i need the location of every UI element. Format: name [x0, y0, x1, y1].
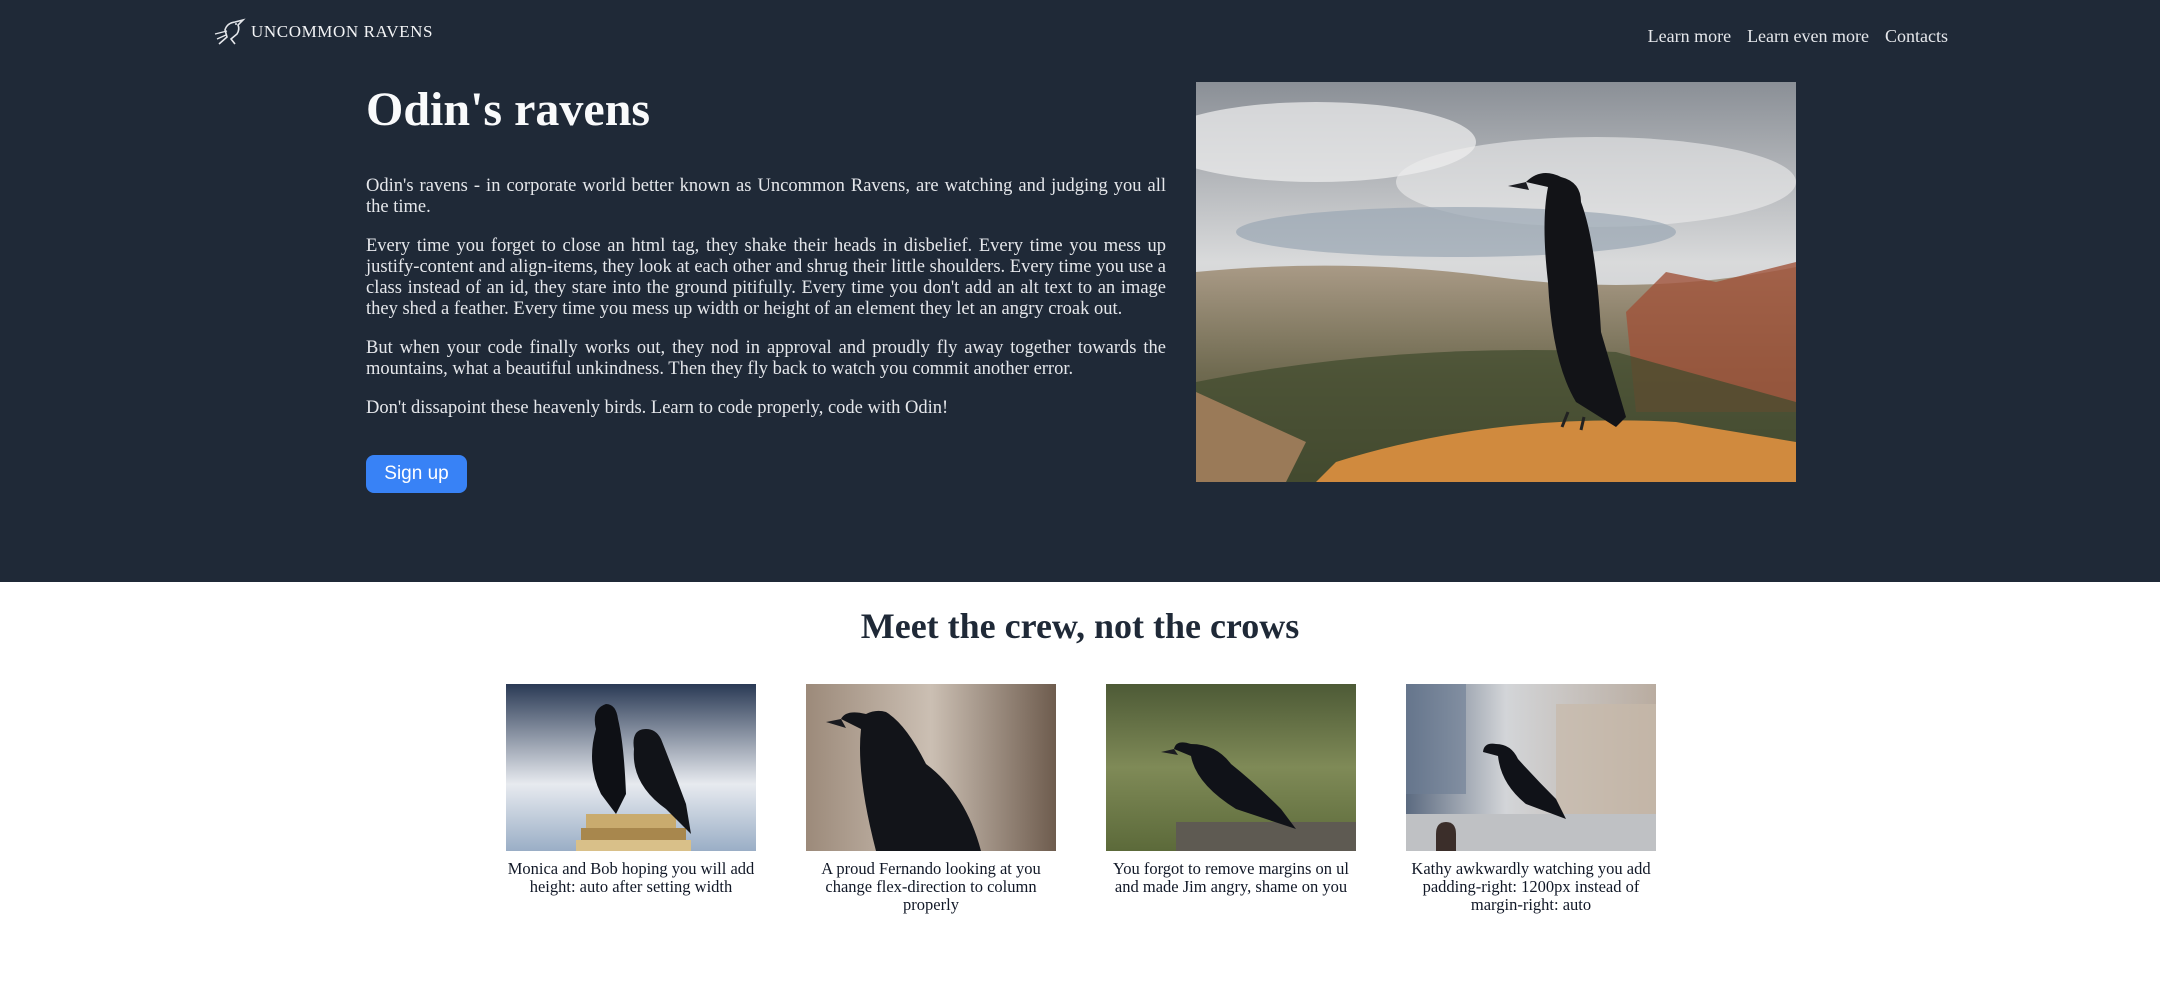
crew-card-jim: You forgot to remove margins on ul and m…: [1106, 684, 1356, 896]
logo-text: UNCOMMON RAVENS: [251, 22, 434, 41]
crew-section: Meet the crew, not the crows Monica and …: [0, 582, 2160, 1008]
hero-paragraph-4: Don't dissapoint these heavenly birds. L…: [366, 398, 949, 418]
crew-image-monica-bob: [506, 684, 756, 851]
hero-paragraph-2: Every time you forget to close an html t…: [366, 236, 1166, 319]
crew-card-fernando: A proud Fernando looking at you change f…: [806, 684, 1056, 914]
hero-paragraph-3: But when your code finally works out, th…: [366, 338, 1166, 379]
crew-image-kathy: [1406, 684, 1656, 851]
crew-caption-jim: You forgot to remove margins on ul and m…: [1112, 859, 1350, 896]
hero-raven-image: [1196, 82, 1796, 482]
main-nav: Learn more Learn even more Contacts: [1648, 24, 1948, 48]
hero-section: UNCOMMON RAVENS Learn more Learn even mo…: [0, 0, 2160, 582]
crew-title: Meet the crew, not the crows: [860, 606, 1300, 646]
crew-image-jim: [1106, 684, 1356, 851]
page-title: Odin's ravens: [366, 83, 651, 136]
crew-caption-kathy: Kathy awkwardly watching you add padding…: [1411, 859, 1651, 914]
crew-caption-fernando: A proud Fernando looking at you change f…: [821, 859, 1041, 914]
crew-image-fernando: [806, 684, 1056, 851]
signup-button[interactable]: Sign up: [366, 455, 467, 493]
nav-contacts[interactable]: Contacts: [1885, 24, 1948, 48]
crew-card-monica-bob: Monica and Bob hoping you will add heigh…: [506, 684, 756, 896]
raven-logo-icon: [213, 17, 247, 47]
crew-caption-monica-bob: Monica and Bob hoping you will add heigh…: [507, 859, 755, 896]
nav-learn-even-more[interactable]: Learn even more: [1747, 24, 1869, 48]
hero-paragraph-1: Odin's ravens - in corporate world bette…: [366, 176, 1166, 217]
nav-learn-more[interactable]: Learn more: [1648, 24, 1731, 48]
site-logo[interactable]: UNCOMMON RAVENS: [213, 17, 433, 47]
crew-card-kathy: Kathy awkwardly watching you add padding…: [1406, 684, 1656, 914]
hero-text: Odin's ravens Odin's ravens - in corpora…: [366, 80, 1166, 493]
